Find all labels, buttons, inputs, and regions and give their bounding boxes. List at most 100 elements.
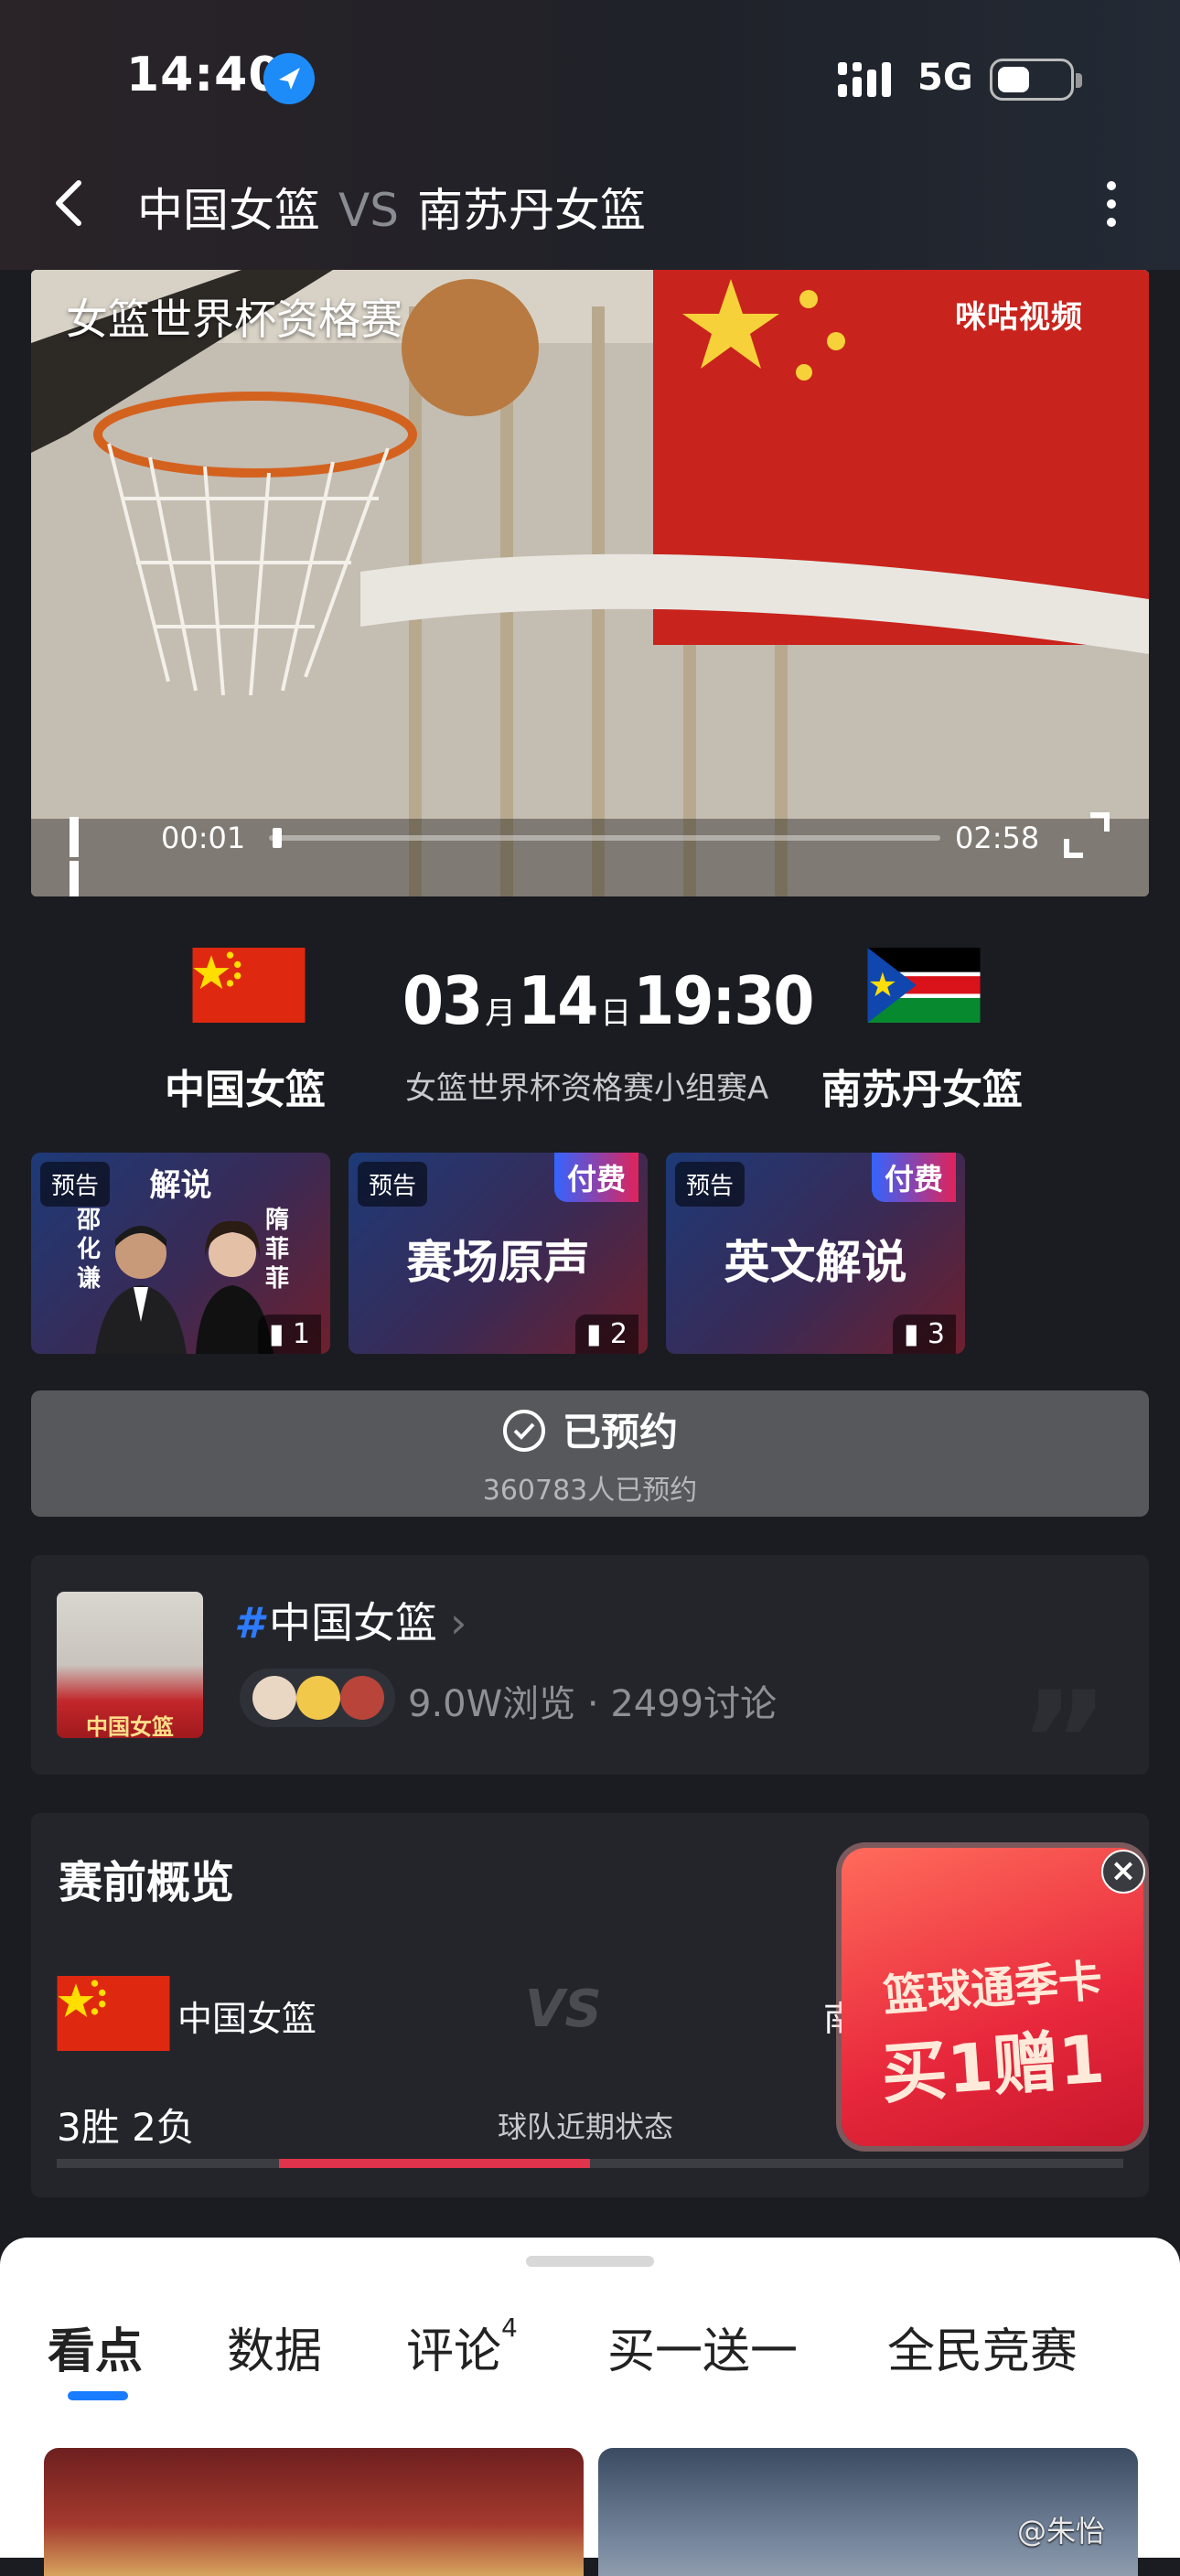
fullscreen-icon[interactable] bbox=[1063, 811, 1110, 859]
vs-label: VS bbox=[338, 184, 399, 237]
video-frame-illustration bbox=[31, 270, 1149, 896]
chevron-right-icon: › bbox=[450, 1598, 467, 1648]
english-commentary-card[interactable]: 预告 付费 英文解说 ▮ 3 bbox=[666, 1153, 965, 1354]
tab-highlights[interactable]: 看点 bbox=[48, 2313, 143, 2381]
reserved-button[interactable]: 已预约 360783人已预约 bbox=[31, 1390, 1149, 1517]
topic-thumbnail-text: 中国女篮 bbox=[86, 1714, 174, 1740]
watermark: @朱怡 bbox=[1017, 2514, 1106, 2549]
drag-handle[interactable] bbox=[526, 2256, 654, 2267]
tab-label: 看点 bbox=[48, 2324, 144, 2379]
card-title: 赛场原声 bbox=[406, 1236, 590, 1289]
migu-video-logo: 咪咕视频 bbox=[955, 292, 1083, 337]
reserved-label-row: 已预约 bbox=[31, 1401, 1149, 1457]
overview-vs: VS bbox=[525, 1980, 602, 2039]
match-time: 19:30 bbox=[633, 962, 814, 1039]
tab-comments[interactable]: 评论4 bbox=[406, 2313, 518, 2381]
preview-tag: 预告 bbox=[675, 1162, 746, 1207]
tab-data[interactable]: 数据 bbox=[227, 2313, 322, 2381]
cellular-signal-icon bbox=[838, 60, 904, 101]
quote-decoration-icon: ” bbox=[1019, 1663, 1110, 1775]
duration: 02:58 bbox=[955, 821, 1040, 855]
tab-contest[interactable]: 全民竞赛 bbox=[887, 2313, 1078, 2381]
nav-bar: 中国女篮 VS 南苏丹女篮 bbox=[0, 156, 1180, 270]
pause-button[interactable] bbox=[70, 817, 106, 896]
topic-card[interactable]: 中国女篮 # 中国女篮 › 9.0W浏览 · 2499讨论 ” bbox=[31, 1555, 1149, 1775]
reservation-count: 360783人已预约 bbox=[482, 1475, 698, 1507]
location-arrow-icon bbox=[263, 53, 315, 104]
topic-thumbnail: 中国女篮 bbox=[57, 1592, 203, 1740]
tab-buy-one-get-one[interactable]: 买一送一 bbox=[607, 2313, 798, 2381]
overview-title: 赛前概览 bbox=[59, 1857, 235, 1908]
channel-number: ▮ 3 bbox=[892, 1315, 956, 1354]
commentator-left-name: 邵 化 谦 bbox=[77, 1207, 102, 1293]
page-title: 中国女篮 VS 南苏丹女篮 bbox=[137, 174, 646, 240]
channel-number-value: 1 bbox=[292, 1318, 310, 1350]
promo-line2: 买1赠1 bbox=[878, 2020, 1108, 2113]
network-type: 5G bbox=[917, 57, 973, 99]
commentary-heading: 解说 bbox=[149, 1167, 212, 1204]
stats-separator: · bbox=[586, 1683, 599, 1725]
topic-stats: 9.0W浏览 · 2499讨论 bbox=[408, 1674, 777, 1727]
bars-icon: ▮ bbox=[903, 1318, 919, 1350]
paid-badge: 付费 bbox=[871, 1153, 956, 1202]
china-flag-icon bbox=[57, 1976, 170, 2051]
overview-home-team: 中国女篮 bbox=[177, 1999, 317, 2039]
topic-name: 中国女篮 bbox=[269, 1598, 438, 1648]
participant-avatars bbox=[240, 1669, 395, 1727]
commentator-right-name: 隋 菲 菲 bbox=[265, 1207, 290, 1293]
tab-label: 数据 bbox=[227, 2324, 323, 2379]
paid-badge: 付费 bbox=[553, 1153, 638, 1202]
topic-discussions: 2499讨论 bbox=[610, 1683, 778, 1725]
tab-label: 评论 bbox=[406, 2324, 502, 2379]
match-month: 03 bbox=[402, 962, 483, 1039]
reserved-label: 已预约 bbox=[562, 1410, 678, 1454]
china-flag-icon bbox=[192, 948, 306, 1023]
commentary-card[interactable]: 预告 解说 邵 化 谦 隋 菲 菲 ▮ 1 bbox=[31, 1153, 330, 1354]
match-day: 14 bbox=[518, 962, 598, 1039]
arena-sound-card[interactable]: 预告 付费 赛场原声 ▮ 2 bbox=[349, 1153, 648, 1354]
close-icon[interactable]: × bbox=[1101, 1850, 1145, 1894]
back-arrow-icon[interactable] bbox=[48, 176, 93, 231]
tab-label: 买一送一 bbox=[607, 2324, 799, 2379]
match-datetime: 03 月14 日19:30 bbox=[402, 962, 814, 1039]
month-unit: 月 bbox=[485, 995, 516, 1032]
channel-number-value: 3 bbox=[927, 1318, 945, 1350]
south-sudan-flag-icon bbox=[867, 948, 981, 1023]
comment-count: 4 bbox=[501, 2313, 518, 2343]
away-team-title: 南苏丹女篮 bbox=[416, 184, 646, 237]
status-time: 14:40 bbox=[126, 48, 283, 102]
hashtag-icon: # bbox=[234, 1598, 264, 1648]
match-stage: 女篮世界杯资格赛小组赛A bbox=[405, 1070, 769, 1107]
progress-bar[interactable] bbox=[269, 828, 940, 848]
bars-icon: ▮ bbox=[268, 1318, 284, 1350]
recent-form-label: 球队近期状态 bbox=[498, 2109, 674, 2144]
video-player[interactable]: 女篮世界杯资格赛 咪咕视频 00:01 02:58 bbox=[31, 270, 1149, 896]
video-title: 女篮世界杯资格赛 bbox=[66, 295, 402, 344]
home-team-title: 中国女篮 bbox=[137, 184, 320, 237]
card-title: 英文解说 bbox=[724, 1236, 907, 1289]
bottom-tab-sheet: 看点 数据 评论4 买一送一 全民竞赛 bbox=[0, 2238, 1180, 2576]
progress-knob[interactable] bbox=[273, 828, 283, 848]
video-logo-text: 咪咕视频 bbox=[955, 299, 1083, 336]
active-tab-indicator bbox=[68, 2391, 128, 2400]
recent-form-bar bbox=[57, 2159, 1123, 2168]
channel-number-value: 2 bbox=[609, 1318, 628, 1350]
season-pass-promo[interactable]: 篮球通季卡 买1赠1 bbox=[842, 1848, 1143, 2146]
topic-title[interactable]: # 中国女篮 › bbox=[234, 1590, 467, 1650]
highlight-video-thumbnail[interactable] bbox=[44, 2448, 584, 2576]
tab-label: 全民竞赛 bbox=[887, 2324, 1078, 2379]
team-record: 3胜 2负 bbox=[57, 2105, 195, 2150]
day-unit: 日 bbox=[600, 995, 631, 1032]
away-team-name: 南苏丹女篮 bbox=[821, 1067, 1023, 1113]
preview-tag: 预告 bbox=[358, 1162, 428, 1207]
channel-number: ▮ 2 bbox=[574, 1315, 638, 1354]
status-bar: 14:40 5G bbox=[0, 0, 1180, 156]
more-options-icon[interactable] bbox=[1098, 176, 1125, 240]
check-circle-icon bbox=[502, 1410, 545, 1452]
current-time: 00:01 bbox=[161, 821, 246, 855]
home-team-name: 中国女篮 bbox=[165, 1067, 326, 1113]
topic-views: 9.0W浏览 bbox=[408, 1683, 576, 1725]
bars-icon: ▮ bbox=[585, 1318, 602, 1350]
battery-icon bbox=[990, 59, 1082, 101]
channel-number: ▮ 1 bbox=[257, 1315, 321, 1354]
